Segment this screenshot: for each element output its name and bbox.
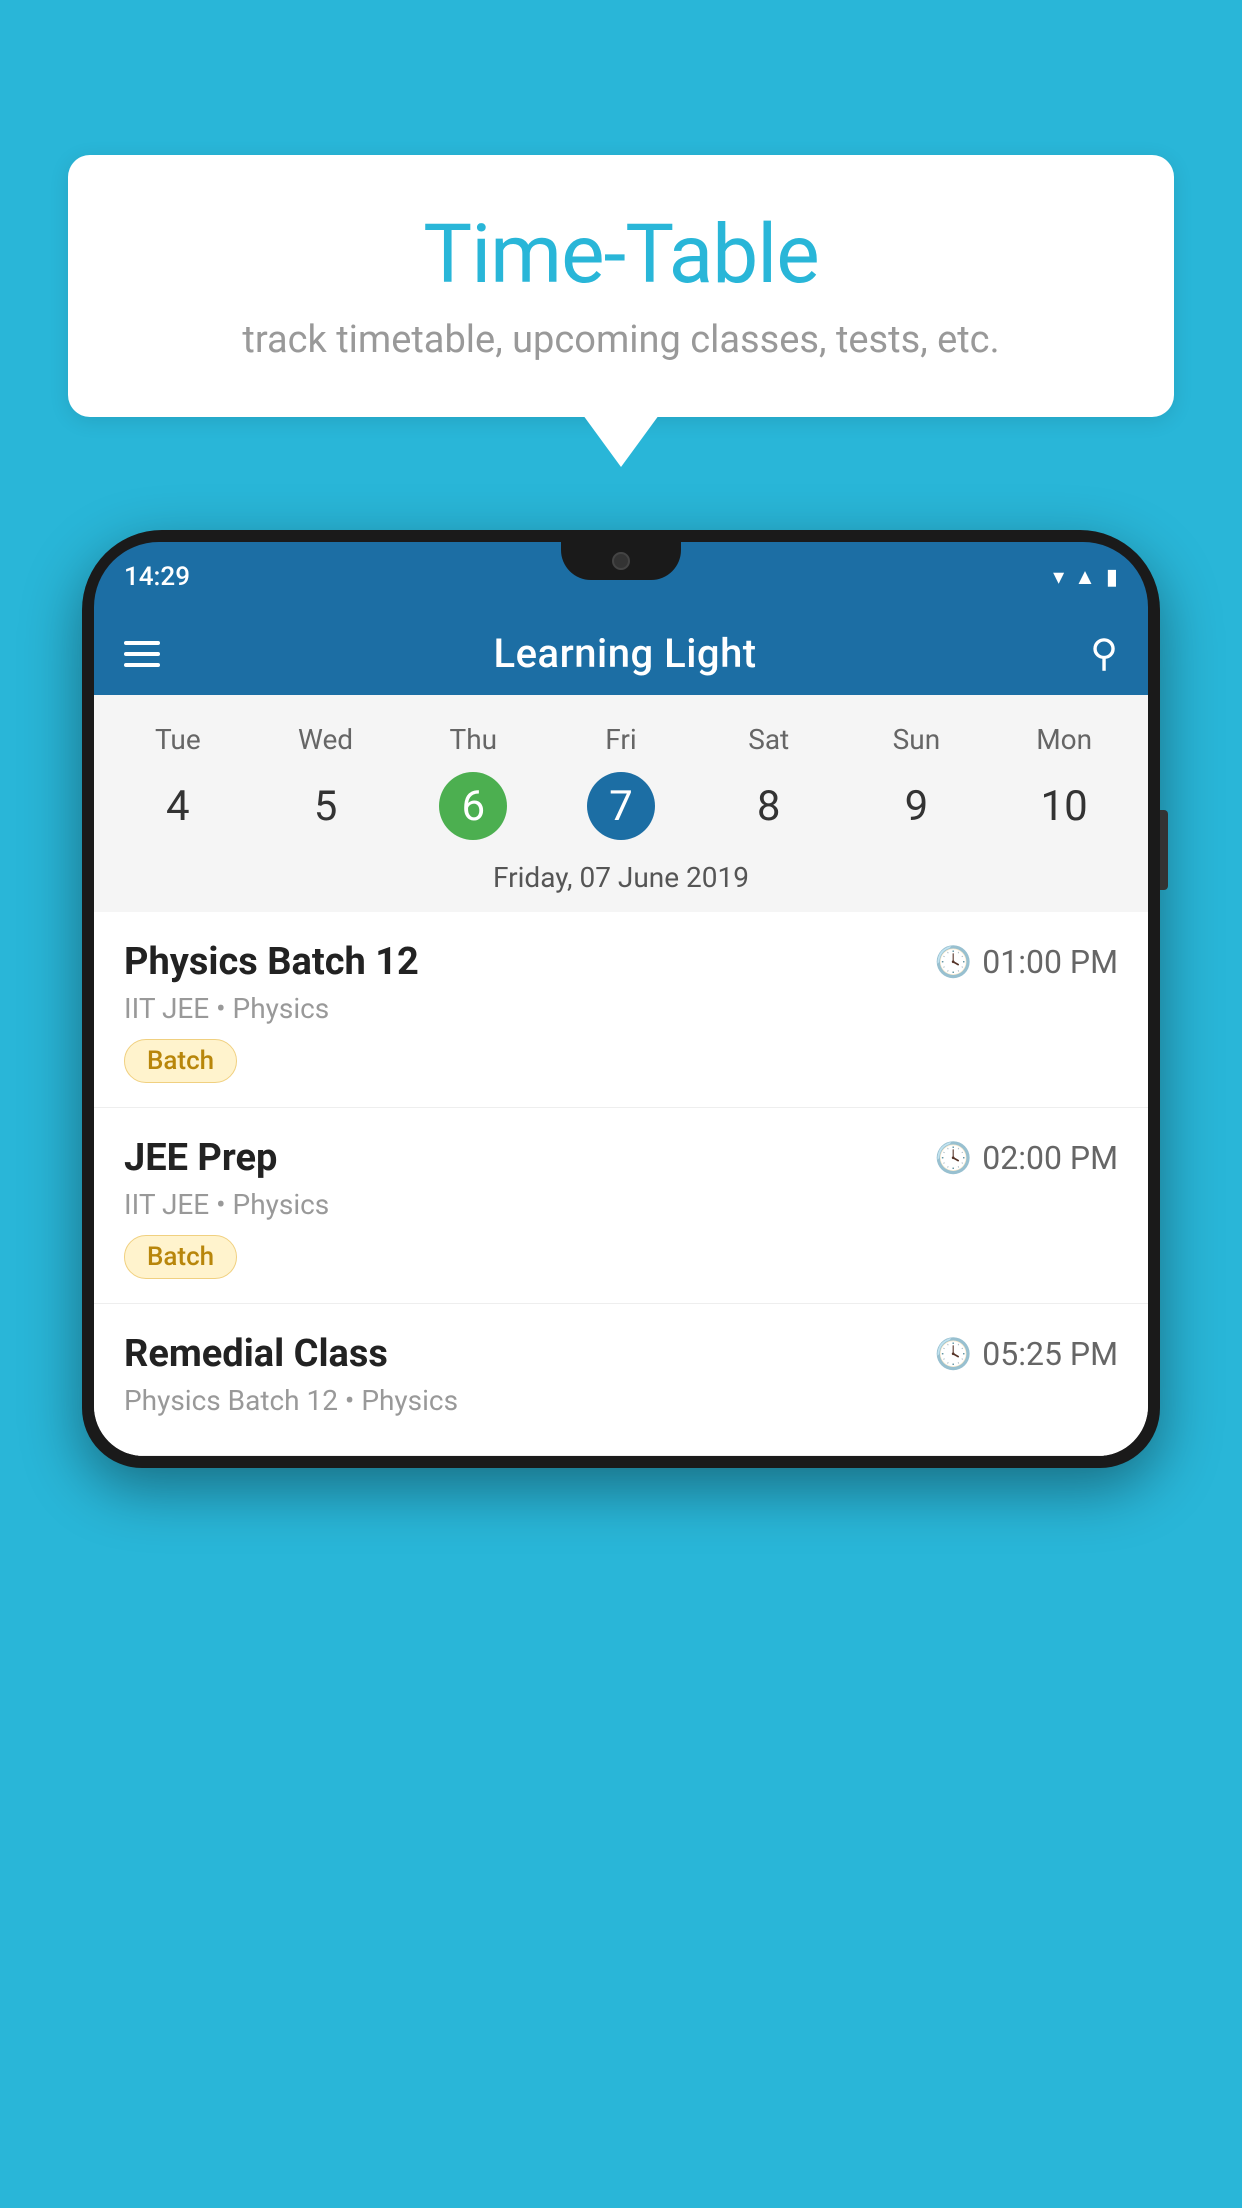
class-meta-2: IIT JEE • Physics (124, 1188, 1118, 1221)
day-fri: Fri (547, 715, 695, 764)
search-button[interactable]: ⚲ (1090, 631, 1118, 676)
class-time-value-1: 01:00 PM (982, 943, 1118, 981)
day-mon: Mon (990, 715, 1138, 764)
class-time-value-3: 05:25 PM (982, 1335, 1118, 1373)
class-row1-1: Physics Batch 12 🕓 01:00 PM (124, 940, 1118, 984)
status-bar: 14:29 ▾ ▲ ▮ (94, 542, 1148, 612)
class-meta-1: IIT JEE • Physics (124, 992, 1118, 1025)
day-numbers: 4 5 6 7 8 9 10 (104, 764, 1138, 849)
speech-bubble: Time-Table track timetable, upcoming cla… (68, 155, 1174, 417)
class-name-1: Physics Batch 12 (124, 940, 419, 984)
volume-button (1160, 810, 1168, 890)
camera (612, 552, 630, 570)
class-time-value-2: 02:00 PM (982, 1139, 1118, 1177)
day-headers: Tue Wed Thu Fri Sat Sun Mon (104, 715, 1138, 764)
day-sun: Sun (843, 715, 991, 764)
class-row1-3: Remedial Class 🕓 05:25 PM (124, 1332, 1118, 1376)
date-8[interactable]: 8 (695, 772, 843, 841)
speech-bubble-arrow (583, 415, 659, 467)
app-header: Learning Light ⚲ (94, 612, 1148, 695)
class-item-1[interactable]: Physics Batch 12 🕓 01:00 PM IIT JEE • Ph… (94, 912, 1148, 1108)
date-5[interactable]: 5 (252, 772, 400, 841)
clock-icon-1: 🕓 (935, 945, 972, 980)
app-title: Learning Light (494, 630, 757, 677)
feature-subtitle: track timetable, upcoming classes, tests… (128, 318, 1114, 362)
day-wed: Wed (252, 715, 400, 764)
class-row1-2: JEE Prep 🕓 02:00 PM (124, 1136, 1118, 1180)
class-time-1: 🕓 01:00 PM (935, 943, 1118, 981)
batch-badge-2: Batch (124, 1235, 237, 1279)
class-meta-3: Physics Batch 12 • Physics (124, 1384, 1118, 1417)
notch (561, 542, 681, 580)
clock-icon-2: 🕓 (935, 1141, 972, 1176)
phone-mockup: 14:29 ▾ ▲ ▮ Learning Light ⚲ (82, 530, 1160, 2208)
phone-screen: Tue Wed Thu Fri Sat Sun Mon 4 5 6 7 8 9 … (94, 695, 1148, 1456)
signal-icon: ▲ (1074, 564, 1096, 590)
selected-date-label: Friday, 07 June 2019 (104, 849, 1138, 912)
class-time-3: 🕓 05:25 PM (935, 1335, 1118, 1373)
battery-icon: ▮ (1106, 565, 1118, 590)
class-list: Physics Batch 12 🕓 01:00 PM IIT JEE • Ph… (94, 912, 1148, 1456)
menu-button[interactable] (124, 641, 160, 667)
status-icons: ▾ ▲ ▮ (1053, 564, 1118, 590)
calendar-strip[interactable]: Tue Wed Thu Fri Sat Sun Mon 4 5 6 7 8 9 … (94, 695, 1148, 912)
speech-bubble-section: Time-Table track timetable, upcoming cla… (68, 155, 1174, 467)
class-time-2: 🕓 02:00 PM (935, 1139, 1118, 1177)
clock-icon-3: 🕓 (935, 1337, 972, 1372)
class-name-3: Remedial Class (124, 1332, 388, 1376)
date-4[interactable]: 4 (104, 772, 252, 841)
phone-frame: 14:29 ▾ ▲ ▮ Learning Light ⚲ (82, 530, 1160, 1468)
date-10[interactable]: 10 (990, 772, 1138, 841)
feature-title: Time-Table (128, 210, 1114, 300)
status-time: 14:29 (124, 562, 190, 592)
class-name-2: JEE Prep (124, 1136, 277, 1180)
date-9[interactable]: 9 (843, 772, 991, 841)
day-tue: Tue (104, 715, 252, 764)
class-item-3[interactable]: Remedial Class 🕓 05:25 PM Physics Batch … (94, 1304, 1148, 1456)
day-thu: Thu (399, 715, 547, 764)
class-item-2[interactable]: JEE Prep 🕓 02:00 PM IIT JEE • Physics Ba… (94, 1108, 1148, 1304)
batch-badge-1: Batch (124, 1039, 237, 1083)
day-sat: Sat (695, 715, 843, 764)
wifi-icon: ▾ (1053, 565, 1064, 590)
date-7-selected[interactable]: 7 (587, 772, 655, 840)
date-6-today[interactable]: 6 (439, 772, 507, 840)
